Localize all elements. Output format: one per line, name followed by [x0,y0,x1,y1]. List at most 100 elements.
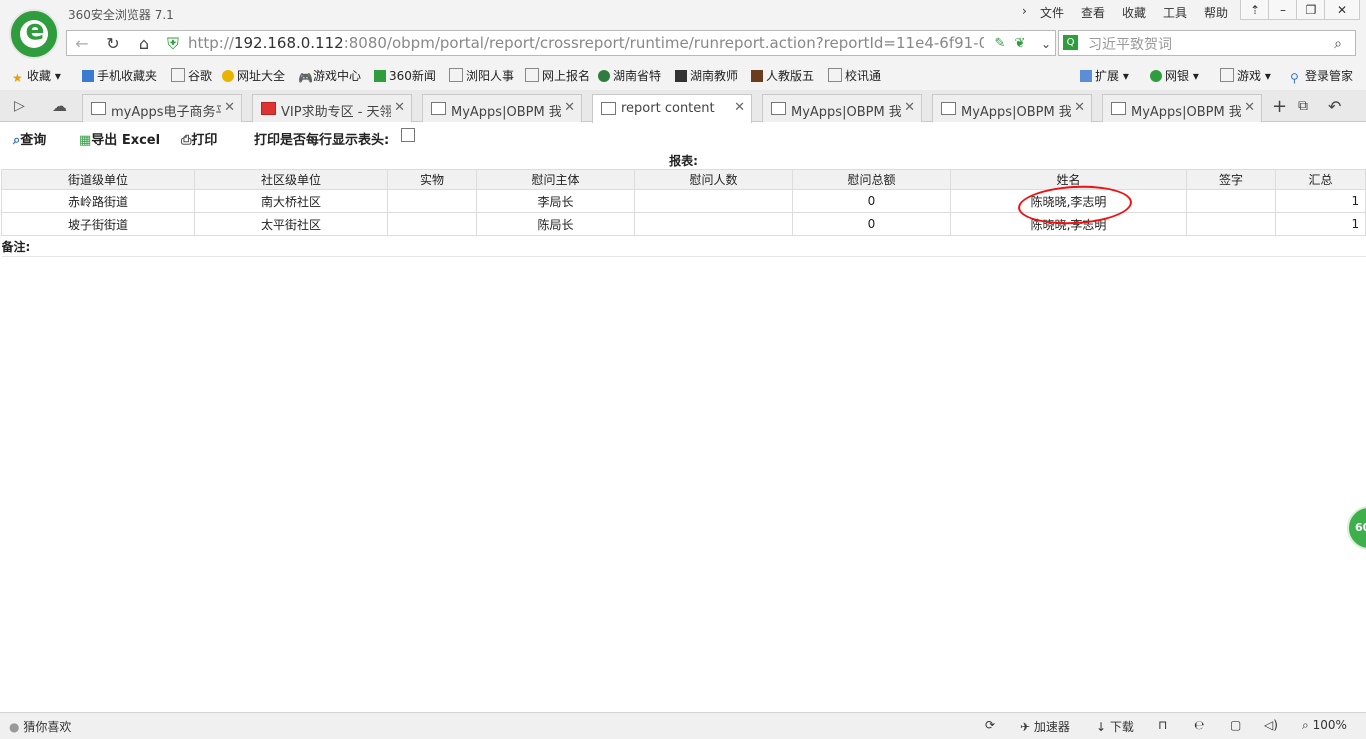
home-button[interactable]: ⌂ [132,34,156,54]
print-header-checkbox[interactable] [401,128,415,142]
maximize-button[interactable]: ❐ [1296,0,1326,20]
bookmark-liuyang[interactable]: 浏阳人事 [449,67,514,84]
report-title: 报表: [1,151,1366,170]
table-row: 坡子街街道 太平街社区 陈局长 0 陈晓晓,李志明 1 [1,212,1366,236]
pin-icon[interactable]: ⇡ [1240,0,1270,20]
chevron-right-icon[interactable]: › [1022,4,1027,18]
page-icon [261,102,276,115]
zoom-control[interactable]: ⌕ 100% [1302,718,1347,733]
download-button[interactable]: ↓ 下载 [1096,718,1134,735]
bookmark-hunan-special[interactable]: 湖南省特 [598,67,661,84]
bookmark-favorites[interactable]: ★ 收藏 ▾ [12,67,61,85]
table-cell: 1 [1274,189,1366,213]
new-tab-icon[interactable]: + [1272,96,1287,117]
table-cell: 陈局长 [476,212,635,236]
print-button[interactable]: ⎙打印 [181,129,217,148]
accelerator-button[interactable]: ✈ 加速器 [1020,718,1070,735]
minimize-button[interactable]: – [1268,0,1298,20]
sidebar-toggle-icon[interactable]: ▷ [14,98,25,114]
table-cell [634,189,793,213]
table-cell: 坡子街街道 [1,212,195,236]
page-icon [601,102,616,115]
printer-icon: ⎙ [181,133,192,148]
tab-myapps-ecommerce[interactable]: myApps电子商务平台✕ [82,94,242,122]
games-button[interactable]: 游戏 ▾ [1220,67,1271,84]
cloud-icon[interactable]: ☁ [52,97,67,115]
back-button[interactable]: ← [70,34,94,54]
page-icon [91,102,106,115]
tab-list-icon[interactable]: ⧉ [1298,98,1308,114]
search-engine-icon[interactable]: Q [1063,35,1078,50]
column-header: 实物 [387,169,477,190]
download-icon: ↓ [1096,720,1107,734]
table-cell: 赤岭路街道 [1,189,195,213]
guess-you-like[interactable]: ● 猜你喜欢 [9,718,71,735]
shield-icon: ⛨ [166,34,179,53]
title-bar [0,0,1366,28]
tab-myapps-obpm-3[interactable]: MyApps|OBPM 我的✕ [932,94,1092,122]
search-icon[interactable]: ⌕ [1326,34,1350,54]
bookmark-google[interactable]: 谷歌 [171,67,212,84]
table-cell: 太平街社区 [194,212,388,236]
bookmark-hao[interactable]: 网址大全 [222,67,285,84]
undo-close-icon[interactable]: ↶ [1328,97,1341,116]
column-header: 慰问人数 [634,169,793,190]
menu-favorites[interactable]: 收藏 [1122,4,1146,21]
refresh-icon[interactable]: ⟳ [985,718,995,732]
print-header-label: 打印是否每行显示表头: [254,133,390,148]
menu-view[interactable]: 查看 [1081,4,1105,21]
search-input[interactable]: 习近平致贺词 [1088,34,1172,54]
bookmark-games[interactable]: 🎮游戏中心 [298,67,361,85]
chevron-down-icon[interactable]: ⌄ [1034,34,1058,54]
export-excel-button[interactable]: ▦导出 Excel [79,129,160,148]
login-manager-button[interactable]: ⚲ 登录管家 [1290,67,1353,85]
column-header: 汇总 [1274,169,1366,190]
query-button[interactable]: ⌕查询 [13,129,46,148]
close-button[interactable]: ✕ [1324,0,1360,20]
netbank-button[interactable]: 网银 ▾ [1150,67,1199,84]
table-cell: 1 [1274,212,1366,236]
window-icon[interactable]: ⊓ [1158,718,1167,732]
bookmark-signup[interactable]: 网上报名 [525,67,590,84]
report-table: 报表: 街道级单位 社区级单位 实物 慰问主体 慰问人数 慰问总额 姓名 签字 … [1,151,1366,257]
menu-help[interactable]: 帮助 [1204,4,1228,21]
leaf-icon[interactable]: ❦ [1008,34,1032,54]
close-icon[interactable]: ✕ [564,100,575,115]
volume-icon[interactable]: ◁) [1264,718,1278,732]
report-note: 备注: [1,235,1366,257]
close-icon[interactable]: ✕ [904,100,915,115]
close-icon[interactable]: ✕ [1244,100,1255,115]
bookmark-pep[interactable]: 人教版五 [751,67,814,84]
page-icon [431,102,446,115]
reload-button[interactable]: ↻ [101,34,125,54]
tab-report-content[interactable]: report content ✕ [592,94,752,123]
extensions-button[interactable]: 扩展 ▾ [1080,67,1129,84]
browser-logo: e [9,9,59,59]
tab-myapps-obpm-4[interactable]: MyApps|OBPM 我的✕ [1102,94,1262,122]
ie-icon[interactable]: ℮ [1194,718,1204,732]
screen-icon[interactable]: ▢ [1230,718,1241,732]
table-cell [387,212,477,236]
close-icon[interactable]: ✕ [394,100,405,115]
url-text[interactable]: http://192.168.0.112:8080/obpm/portal/re… [188,34,984,52]
bookmark-xiaoxuntong[interactable]: 校讯通 [828,67,881,84]
close-icon[interactable]: ✕ [1074,100,1085,115]
table-cell [634,212,793,236]
page-icon [1111,102,1126,115]
bookmark-360news[interactable]: 360新闻 [374,67,436,84]
tab-myapps-obpm-2[interactable]: MyApps|OBPM 我的✕ [762,94,922,122]
menu-tools[interactable]: 工具 [1163,4,1187,21]
close-icon[interactable]: ✕ [224,100,235,115]
rocket-icon: ✈ [1020,720,1031,734]
tab-vip-help[interactable]: VIP求助专区 - 天翎myApps✕ [252,94,412,122]
floating-speed-button[interactable]: 60 [1347,506,1366,550]
column-header: 签字 [1186,169,1276,190]
bookmark-hunan-teacher[interactable]: 湖南教师 [675,67,738,84]
tab-myapps-obpm-1[interactable]: MyApps|OBPM 我的✕ [422,94,582,122]
bookmark-mobile[interactable]: 手机收藏夹 [82,67,157,84]
close-icon[interactable]: ✕ [734,100,745,115]
table-cell: 0 [792,212,951,236]
menu-file[interactable]: 文件 [1040,4,1064,21]
column-header: 慰问主体 [476,169,635,190]
table-cell: 0 [792,189,951,213]
